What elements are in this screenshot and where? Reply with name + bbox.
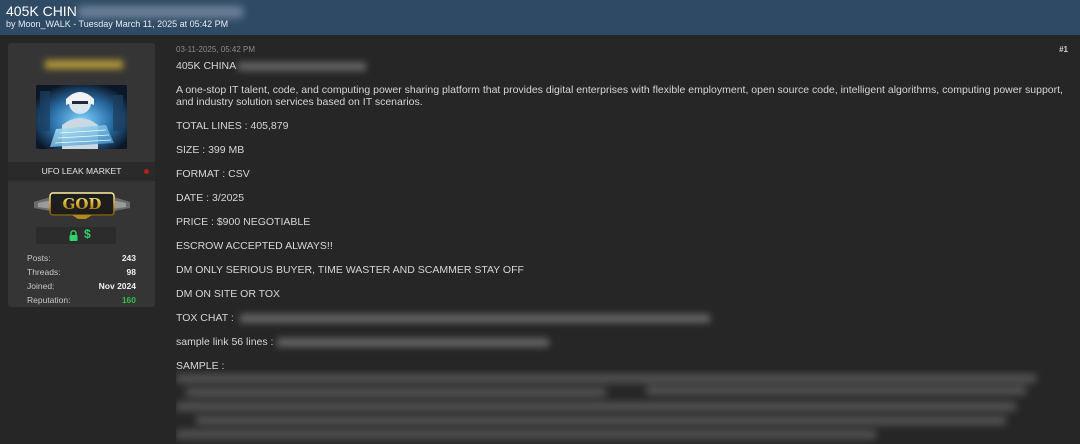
- stat-value[interactable]: 243: [122, 253, 136, 263]
- stat-label: Joined:: [27, 281, 55, 291]
- rank-badge: GOD: [32, 191, 132, 219]
- stat-label: Reputation:: [27, 295, 71, 305]
- blurred-line: [176, 402, 1016, 411]
- stat-reputation: Reputation: 160: [27, 295, 136, 309]
- contact-line: DM ON SITE OR TOX: [176, 288, 281, 300]
- blurred-line: [176, 374, 1036, 383]
- post-title-text: 405K CHINA: [176, 60, 237, 72]
- user-panel: UFO LEAK MARKET GOD $ Posts: 243 Threads…: [8, 43, 155, 307]
- stat-value[interactable]: 98: [127, 267, 136, 277]
- redacted-title: [77, 6, 243, 19]
- total-lines: TOTAL LINES : 405,879: [176, 120, 289, 132]
- stat-joined: Joined: Nov 2024: [27, 281, 136, 295]
- stat-label: Posts:: [27, 253, 51, 263]
- size-line: SIZE : 399 MB: [176, 144, 245, 156]
- redacted-tox-id: [239, 313, 710, 323]
- thread-title: 405K CHIN: [6, 3, 243, 19]
- post-title-line: 405K CHINA: [176, 60, 1066, 72]
- byline-prefix: by: [6, 19, 19, 29]
- avatar-hacker-icon: [36, 85, 127, 149]
- author-link[interactable]: Moon_WALK: [18, 19, 71, 29]
- blurred-line: [186, 388, 606, 397]
- post-description: A one-stop IT talent, code, and computin…: [176, 84, 1063, 108]
- tox-chat-line: TOX CHAT :: [176, 312, 1066, 324]
- date-line: DATE : 3/2025: [176, 192, 245, 204]
- format-line: FORMAT : CSV: [176, 168, 250, 180]
- rank-bar: UFO LEAK MARKET: [8, 162, 155, 181]
- stat-value: Nov 2024: [98, 281, 136, 291]
- sample-link-label: sample link 56 lines :: [176, 336, 274, 348]
- stat-threads: Threads: 98: [27, 267, 136, 281]
- post-container: UFO LEAK MARKET GOD $ Posts: 243 Threads…: [0, 35, 1080, 444]
- dm-notice-line: DM ONLY SERIOUS BUYER, TIME WASTER AND S…: [176, 264, 524, 276]
- post-date: 03-11-2025, 05:42 PM: [176, 45, 256, 54]
- rank-name: UFO LEAK MARKET: [41, 166, 122, 176]
- avatar[interactable]: [36, 85, 127, 149]
- rank-badge-graphic: GOD: [34, 192, 130, 219]
- price-line: PRICE : $900 NEGOTIABLE: [176, 216, 311, 228]
- stat-value[interactable]: 160: [122, 295, 136, 305]
- blurred-line: [646, 386, 1026, 395]
- byline-date: - Tuesday March 11, 2025 at 05:42 PM: [70, 19, 229, 29]
- sample-link-line: sample link 56 lines :: [176, 336, 1066, 348]
- thread-header: 405K CHIN by Moon_WALK - Tuesday March 1…: [0, 0, 1080, 35]
- redacted-sample-link[interactable]: [277, 337, 550, 347]
- user-stats: Posts: 243 Threads: 98 Joined: Nov 2024 …: [27, 253, 136, 309]
- tox-chat-label: TOX CHAT :: [176, 312, 234, 324]
- stat-posts: Posts: 243: [27, 253, 136, 267]
- redacted-sample-data: [176, 370, 1056, 444]
- blurred-line: [176, 430, 876, 439]
- escrow-line: ESCROW ACCEPTED ALWAYS!!: [176, 240, 333, 252]
- award-badges: $: [36, 227, 116, 244]
- post-body: 405K CHINA A one-stop IT talent, code, a…: [176, 60, 1066, 384]
- thread-byline: by Moon_WALK - Tuesday March 11, 2025 at…: [6, 19, 228, 29]
- post-number-link[interactable]: #1: [1059, 45, 1068, 54]
- thread-title-text: 405K CHIN: [6, 3, 77, 19]
- offline-status-icon: [144, 169, 149, 174]
- dollar-icon[interactable]: $: [84, 227, 91, 241]
- redacted-username[interactable]: [45, 60, 123, 69]
- rank-badge-text: GOD: [63, 195, 102, 213]
- blurred-line: [196, 416, 1006, 425]
- stat-label: Threads:: [27, 267, 61, 277]
- lock-icon[interactable]: [69, 230, 78, 241]
- redacted-name: [238, 61, 367, 71]
